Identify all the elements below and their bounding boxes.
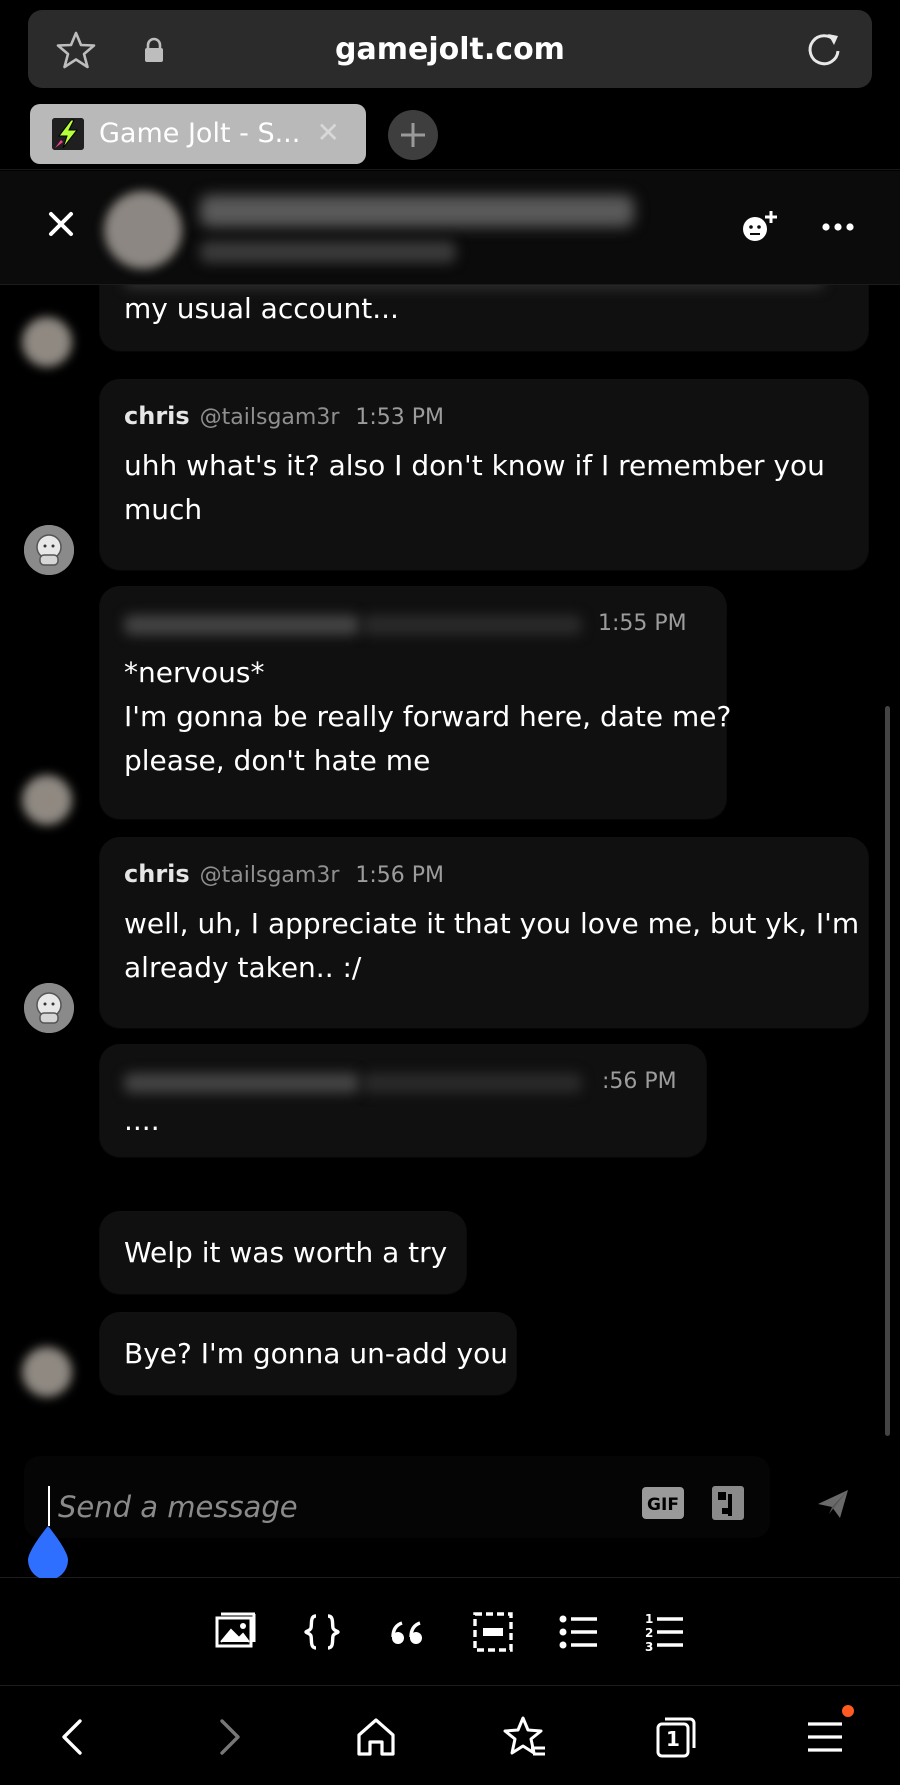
sender-name-redacted bbox=[124, 1073, 360, 1093]
sender-name-redacted bbox=[124, 615, 360, 635]
sender-avatar[interactable] bbox=[22, 317, 72, 367]
bookmarks-icon[interactable] bbox=[503, 1715, 547, 1759]
message-meta: chris @tailsgam3r 1:56 PM bbox=[124, 860, 444, 888]
message-text: please, don't hate me bbox=[124, 744, 431, 777]
author-name[interactable]: chris bbox=[124, 860, 190, 888]
message-text: *nervous* bbox=[124, 656, 265, 689]
message-bubble: Welp it was worth a try bbox=[100, 1212, 466, 1294]
tab-close-icon[interactable]: ✕ bbox=[317, 118, 340, 148]
sender-handle-redacted bbox=[362, 1073, 582, 1093]
back-icon[interactable] bbox=[52, 1715, 96, 1759]
chris-avatar[interactable] bbox=[24, 983, 74, 1033]
timestamp: 1:55 PM bbox=[598, 611, 687, 636]
notification-badge bbox=[842, 1705, 854, 1717]
message-bubble: my usual account... bbox=[100, 285, 868, 351]
author-handle[interactable]: @tailsgam3r bbox=[200, 863, 340, 888]
tabs-icon[interactable]: 1 bbox=[654, 1715, 698, 1759]
message-text: much bbox=[124, 493, 203, 526]
message-text: my usual account... bbox=[124, 292, 399, 325]
url-text[interactable]: gamejolt.com bbox=[28, 32, 872, 67]
forward-icon[interactable] bbox=[206, 1715, 250, 1759]
message-text: Bye? I'm gonna un-add you bbox=[124, 1337, 509, 1370]
spoiler-icon[interactable] bbox=[471, 1610, 515, 1654]
close-icon[interactable] bbox=[46, 209, 76, 239]
message-bubble: chris @tailsgam3r 1:53 PM uhh what's it? a… bbox=[100, 380, 868, 570]
message-text: .... bbox=[124, 1104, 160, 1137]
sender-avatar[interactable] bbox=[22, 775, 72, 825]
timestamp: 1:56 PM bbox=[355, 863, 445, 888]
timestamp: 1:53 PM bbox=[355, 405, 445, 430]
gif-label: GIF bbox=[647, 1495, 679, 1515]
message-text: I'm gonna be really forward here, date m… bbox=[124, 700, 732, 733]
timestamp: :56 PM bbox=[602, 1069, 677, 1094]
message-bubble: chris @tailsgam3r 1:56 PM well, uh, I appr… bbox=[100, 838, 868, 1028]
new-tab-button[interactable] bbox=[388, 110, 438, 160]
menu-icon[interactable] bbox=[803, 1715, 847, 1759]
chat-partner-handle-redacted bbox=[200, 241, 456, 263]
reload-icon[interactable] bbox=[804, 30, 844, 70]
sticker-icon[interactable] bbox=[710, 1484, 746, 1522]
message-bubble: 1:55 PM *nervous* I'm gonna be really fo… bbox=[100, 587, 731, 819]
tab-title: Game Jolt - S... bbox=[99, 118, 301, 149]
more-icon[interactable] bbox=[822, 215, 854, 239]
message-meta: chris @tailsgam3r 1:53 PM bbox=[124, 402, 444, 430]
address-bar[interactable]: gamejolt.com bbox=[28, 10, 872, 88]
sender-handle-redacted bbox=[362, 615, 582, 635]
browser-bottom-nav: 1 bbox=[0, 1687, 900, 1785]
message-list[interactable]: my usual account... chris @tailsgam3r 1:53… bbox=[0, 285, 900, 1440]
composer: Send a message GIF bbox=[0, 1440, 900, 1580]
tabs-count: 1 bbox=[666, 1727, 680, 1751]
chat-partner-name-redacted bbox=[200, 195, 634, 227]
message-text: Welp it was worth a try bbox=[124, 1236, 448, 1269]
svg-text:2: 2 bbox=[645, 1626, 653, 1640]
code-icon[interactable] bbox=[300, 1610, 344, 1654]
image-icon[interactable] bbox=[213, 1610, 257, 1654]
add-friend-icon[interactable] bbox=[740, 209, 778, 245]
text-cursor-handle-icon[interactable] bbox=[26, 1526, 70, 1580]
message-text: uhh what's it? also I don't know if I re… bbox=[124, 449, 825, 482]
svg-text:1: 1 bbox=[645, 1612, 653, 1626]
sender-avatar[interactable] bbox=[22, 1347, 72, 1397]
message-bubble: Bye? I'm gonna un-add you bbox=[100, 1313, 516, 1395]
author-handle[interactable]: @tailsgam3r bbox=[200, 405, 340, 430]
message-bubble: :56 PM .... bbox=[100, 1045, 706, 1157]
gamejolt-favicon-icon bbox=[52, 118, 84, 150]
chris-avatar[interactable] bbox=[24, 525, 74, 575]
bullet-list-icon[interactable] bbox=[557, 1610, 601, 1654]
chat-header bbox=[0, 171, 900, 285]
gif-icon[interactable]: GIF bbox=[642, 1487, 684, 1519]
text-caret bbox=[48, 1486, 50, 1526]
formatting-toolbar: 1 2 3 bbox=[0, 1578, 900, 1686]
browser-top-bar: gamejolt.com Game Jolt - S... ✕ bbox=[0, 0, 900, 170]
plus-icon bbox=[401, 123, 425, 147]
author-name[interactable]: chris bbox=[124, 402, 190, 430]
send-icon[interactable] bbox=[816, 1488, 850, 1520]
chat-partner-avatar[interactable] bbox=[104, 191, 182, 269]
svg-text:3: 3 bbox=[645, 1640, 653, 1654]
message-text: already taken.. :/ bbox=[124, 951, 362, 984]
numbered-list-icon[interactable]: 1 2 3 bbox=[643, 1610, 687, 1654]
browser-tab[interactable]: Game Jolt - S... ✕ bbox=[30, 104, 366, 164]
message-input-placeholder[interactable]: Send a message bbox=[58, 1490, 298, 1524]
home-icon[interactable] bbox=[354, 1715, 398, 1759]
message-text: well, uh, I appreciate it that you love … bbox=[124, 907, 860, 940]
message-list-scrollbar[interactable] bbox=[885, 706, 890, 1436]
quote-icon[interactable] bbox=[386, 1610, 430, 1654]
